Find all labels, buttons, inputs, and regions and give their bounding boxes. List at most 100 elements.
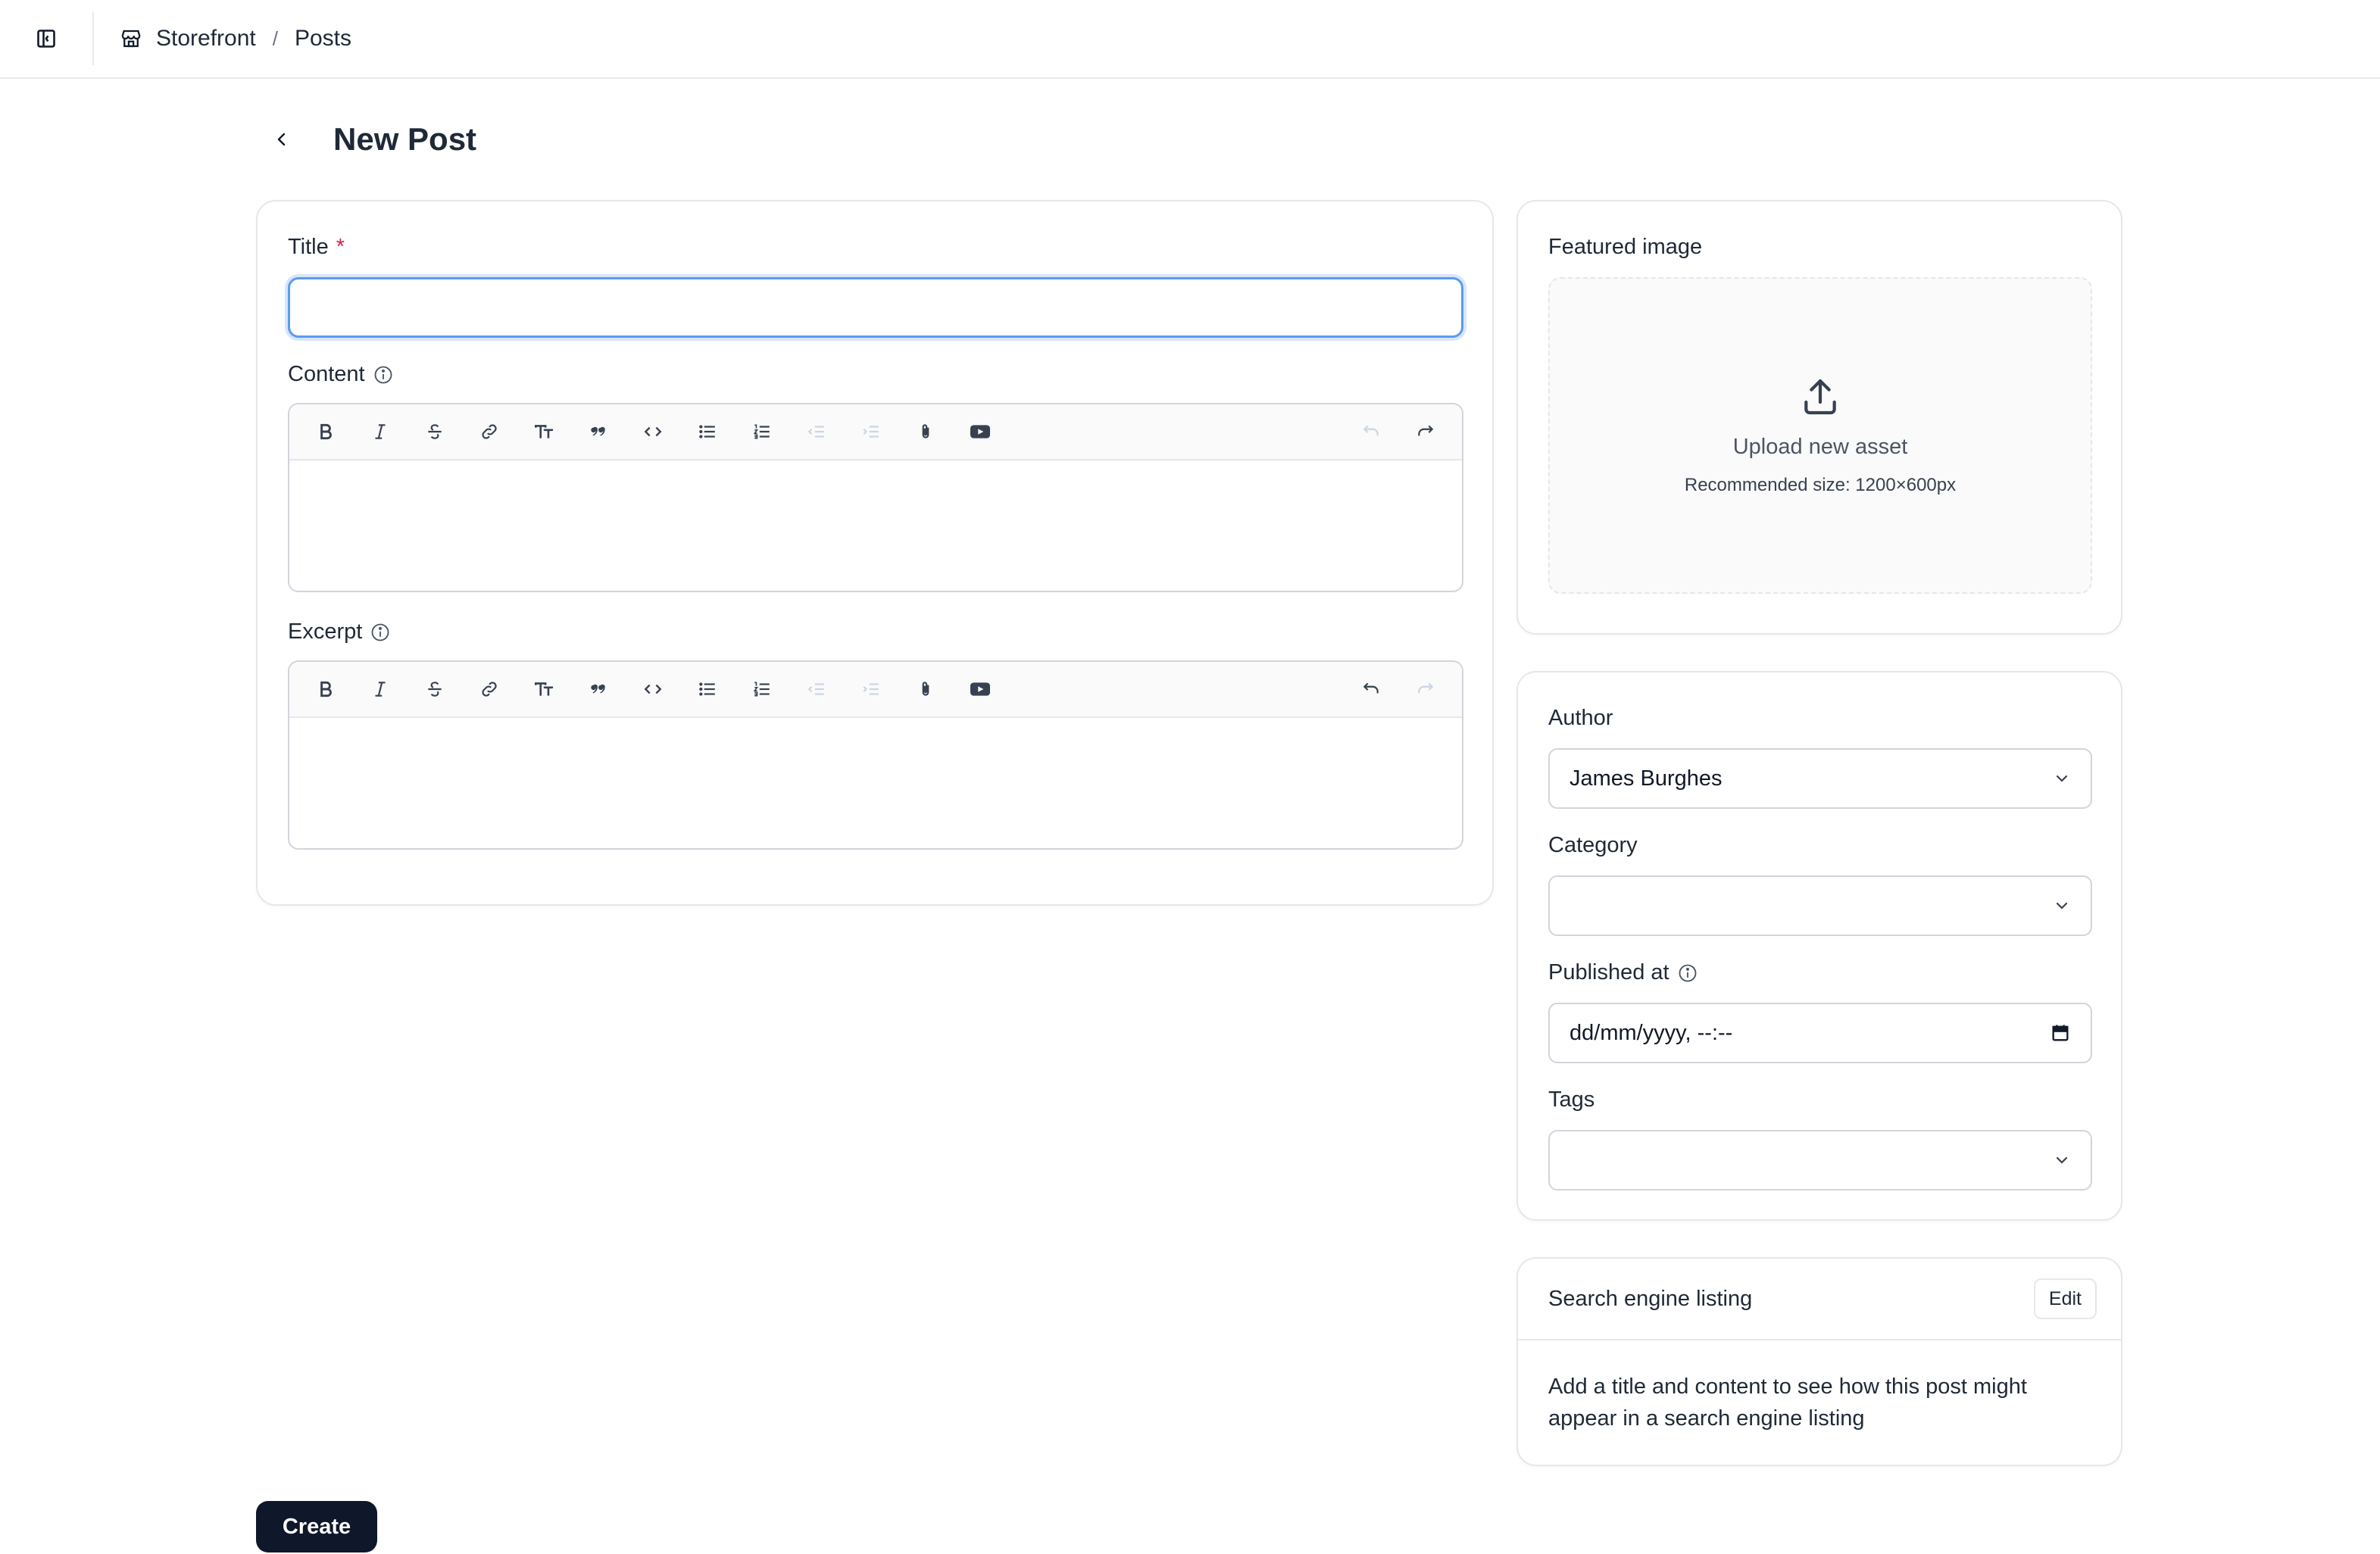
bullet-list-icon — [698, 679, 717, 699]
storefront-icon — [120, 27, 142, 50]
info-icon[interactable] — [1677, 963, 1698, 984]
undo-icon — [1361, 422, 1381, 442]
info-icon[interactable] — [370, 622, 391, 643]
seo-edit-button[interactable]: Edit — [2033, 1278, 2097, 1319]
outdent-button[interactable] — [795, 410, 838, 453]
published-at-input[interactable]: dd/mm/yyyy, --:-- — [1548, 1003, 2092, 1063]
featured-image-card: Featured image Upload new asset Recommen… — [1516, 200, 2122, 635]
author-select[interactable]: James Burghes — [1548, 748, 2092, 809]
content-editor[interactable] — [288, 403, 1463, 592]
heading-icon — [533, 422, 554, 442]
breadcrumb-separator: / — [272, 27, 278, 50]
redo-button[interactable] — [1404, 668, 1447, 710]
link-button[interactable] — [468, 410, 511, 453]
bullet-list-icon — [698, 422, 717, 442]
quote-icon — [589, 422, 608, 442]
content-label: Content — [288, 362, 394, 387]
calendar-icon[interactable] — [2050, 1022, 2071, 1044]
redo-icon — [1416, 422, 1435, 442]
outdent-button[interactable] — [795, 668, 838, 710]
bold-button[interactable] — [305, 410, 347, 453]
attachment-button[interactable] — [904, 668, 947, 710]
category-label: Category — [1548, 833, 1638, 857]
excerpt-editor-toolbar — [289, 662, 1462, 718]
indent-icon — [861, 679, 881, 699]
strikethrough-button[interactable] — [414, 668, 456, 710]
bold-icon — [316, 422, 336, 442]
quote-button[interactable] — [577, 668, 620, 710]
outdent-icon — [807, 422, 826, 442]
excerpt-editor-body[interactable] — [289, 718, 1462, 848]
page-header: New Post — [256, 114, 476, 165]
published-at-label: Published at — [1548, 960, 1698, 985]
bullet-list-button[interactable] — [686, 410, 729, 453]
sidebar-toggle-icon — [36, 28, 57, 49]
bullet-list-button[interactable] — [686, 668, 729, 710]
paperclip-icon — [916, 679, 935, 699]
attachment-button[interactable] — [904, 410, 947, 453]
tags-label: Tags — [1548, 1087, 1595, 1112]
breadcrumb-store[interactable]: Storefront — [120, 26, 256, 51]
numbered-list-button[interactable] — [741, 410, 783, 453]
topbar-divider — [92, 12, 94, 65]
create-button[interactable]: Create — [256, 1501, 377, 1552]
seo-description: Add a title and content to see how this … — [1548, 1375, 2027, 1431]
quote-button[interactable] — [577, 410, 620, 453]
chevron-left-icon — [273, 130, 291, 148]
code-icon — [643, 422, 663, 442]
chevron-down-icon — [2053, 897, 2071, 915]
author-select-value: James Burghes — [1569, 766, 1723, 791]
seo-header: Search engine listing Edit — [1518, 1259, 2121, 1340]
quote-icon — [589, 679, 608, 699]
tags-select[interactable] — [1548, 1130, 2092, 1190]
back-button[interactable] — [256, 114, 308, 165]
breadcrumb: Storefront / Posts — [120, 26, 351, 51]
italic-button[interactable] — [359, 668, 401, 710]
title-label-text: Title — [288, 235, 329, 259]
code-icon — [643, 679, 663, 699]
excerpt-label: Excerpt — [288, 619, 391, 644]
undo-button[interactable] — [1350, 410, 1392, 453]
heading-button[interactable] — [523, 410, 565, 453]
upload-icon — [1799, 376, 1841, 418]
undo-button[interactable] — [1350, 668, 1392, 710]
numbered-list-button[interactable] — [741, 668, 783, 710]
bold-icon — [316, 679, 336, 699]
strikethrough-button[interactable] — [414, 410, 456, 453]
title-label: Title * — [288, 235, 345, 260]
excerpt-editor[interactable] — [288, 660, 1463, 850]
sidebar-toggle-button[interactable] — [23, 15, 70, 62]
redo-button[interactable] — [1404, 410, 1447, 453]
indent-button[interactable] — [850, 410, 892, 453]
breadcrumb-posts-label: Posts — [294, 26, 351, 51]
link-icon — [479, 679, 499, 699]
bold-button[interactable] — [305, 668, 347, 710]
numbered-list-icon — [752, 679, 772, 699]
breadcrumb-store-label: Storefront — [156, 26, 256, 51]
content-editor-body[interactable] — [289, 460, 1462, 591]
code-button[interactable] — [632, 668, 674, 710]
required-mark: * — [336, 235, 345, 259]
breadcrumb-posts[interactable]: Posts — [295, 26, 351, 51]
post-meta-card: Author James Burghes Category Published … — [1516, 671, 2122, 1221]
chevron-down-icon — [2053, 1151, 2071, 1169]
page-title: New Post — [333, 121, 477, 157]
indent-icon — [861, 422, 881, 442]
title-input[interactable] — [288, 277, 1463, 338]
heading-icon — [533, 679, 554, 699]
upload-title: Upload new asset — [1732, 434, 1908, 459]
indent-button[interactable] — [850, 668, 892, 710]
upload-dropzone[interactable]: Upload new asset Recommended size: 1200×… — [1548, 277, 2092, 594]
category-select[interactable] — [1548, 875, 2092, 936]
youtube-icon — [969, 422, 992, 442]
italic-button[interactable] — [359, 410, 401, 453]
video-embed-button[interactable] — [959, 668, 1001, 710]
italic-icon — [370, 679, 390, 699]
link-button[interactable] — [468, 668, 511, 710]
content-label-text: Content — [288, 362, 365, 386]
strikethrough-icon — [425, 679, 445, 699]
heading-button[interactable] — [523, 668, 565, 710]
code-button[interactable] — [632, 410, 674, 453]
info-icon[interactable] — [373, 364, 394, 385]
video-embed-button[interactable] — [959, 410, 1001, 453]
